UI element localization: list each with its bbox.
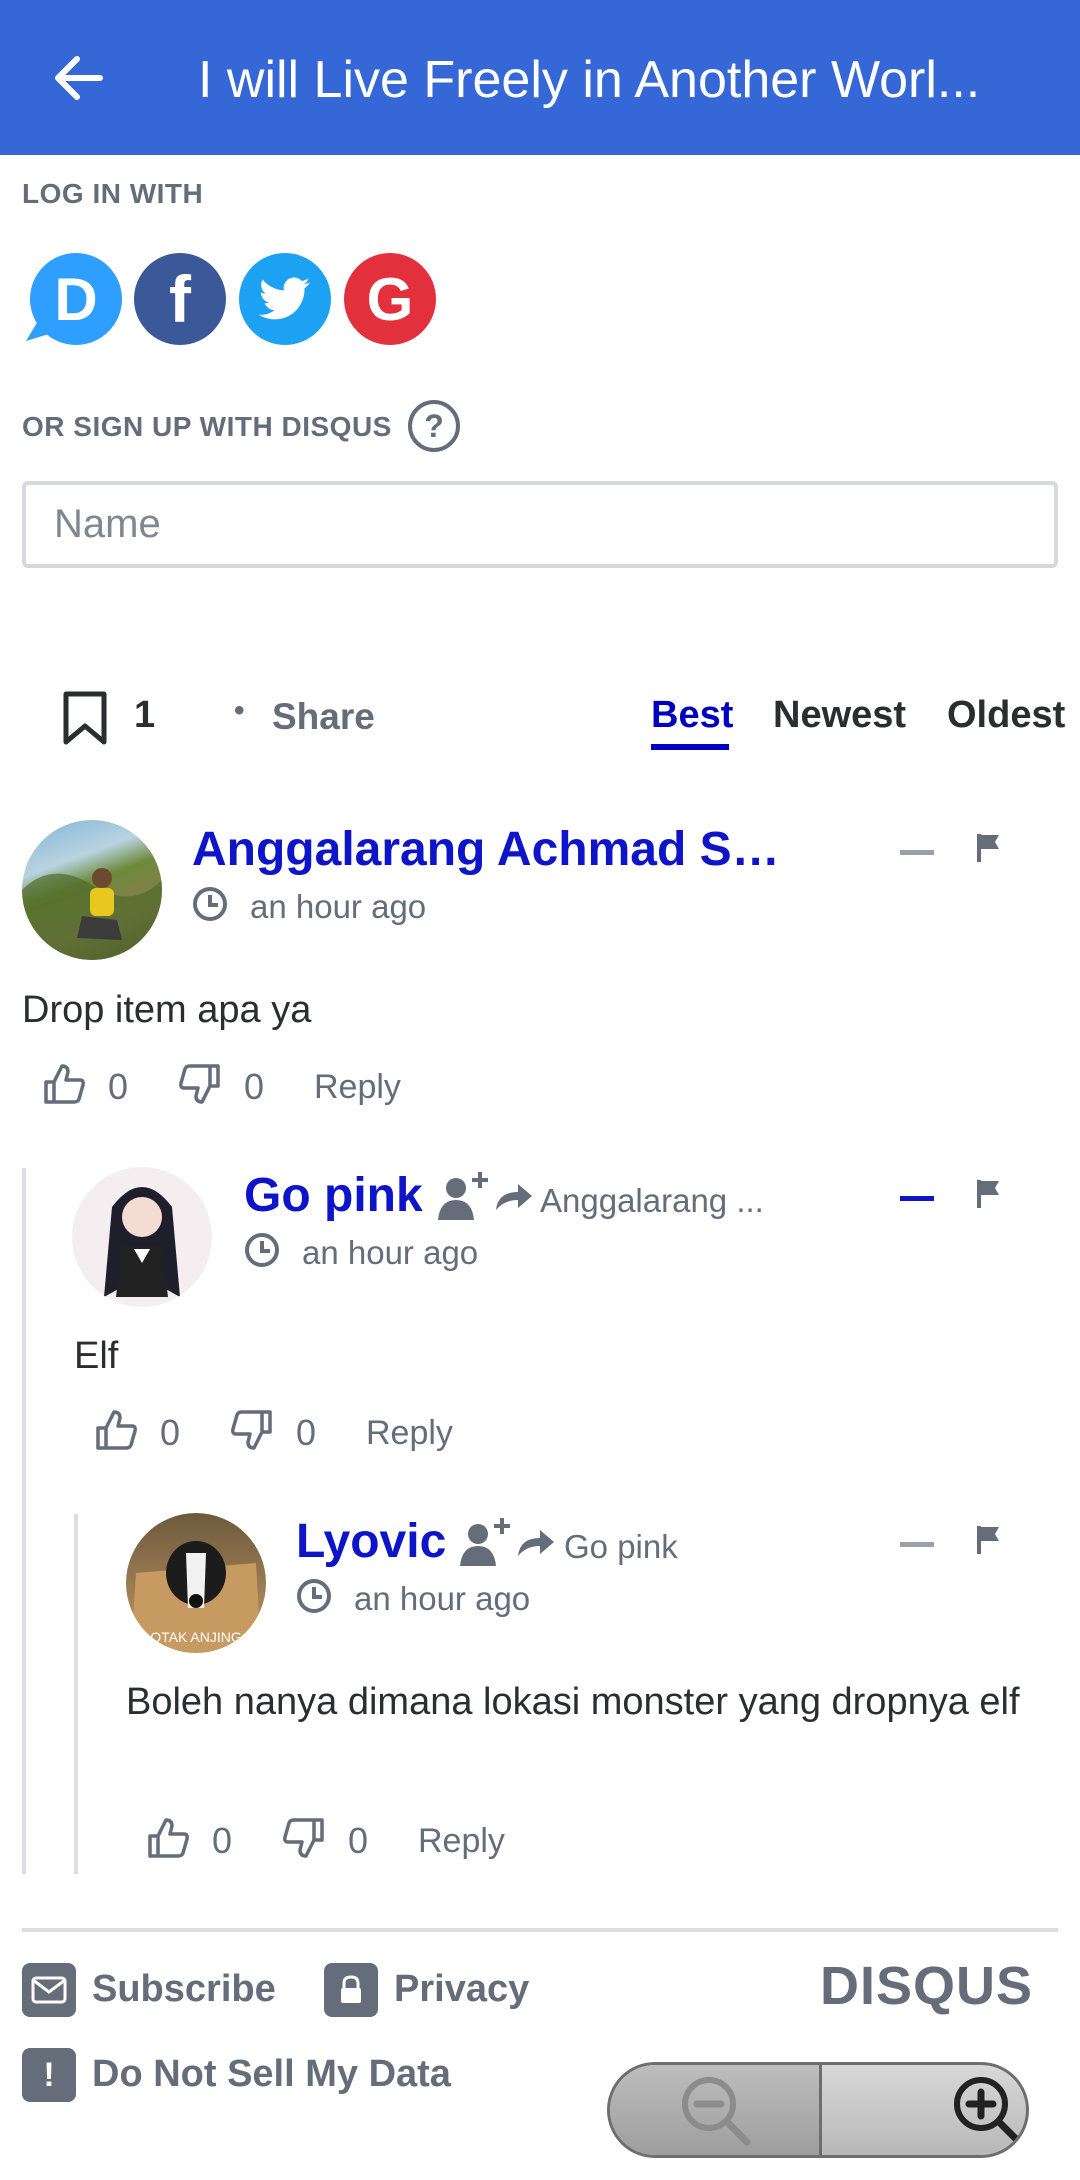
app-bar: I will Live Freely in Another Worl... xyxy=(0,0,1080,155)
name-input[interactable] xyxy=(22,481,1058,568)
comment-text: Drop item apa ya xyxy=(22,989,312,1031)
collapse-icon[interactable] xyxy=(900,850,934,855)
twitter-login-button[interactable] xyxy=(239,253,331,345)
disqus-login-button[interactable]: D xyxy=(26,253,122,345)
active-tab-indicator xyxy=(651,744,729,750)
avatar-photo-icon xyxy=(22,868,162,960)
clock-icon xyxy=(244,1232,280,1273)
collapse-icon[interactable] xyxy=(900,1542,934,1547)
comment-author[interactable]: Anggalarang Achmad Sal... xyxy=(192,822,782,877)
bookmark-count: 1 xyxy=(134,694,156,736)
tab-newest[interactable]: Newest xyxy=(773,694,906,737)
clock-icon xyxy=(192,886,228,927)
zoom-in-icon xyxy=(954,2077,1023,2146)
downvote-count: 0 xyxy=(244,1066,265,1107)
reply-button[interactable]: Reply xyxy=(418,1822,505,1861)
zoom-control xyxy=(607,2062,1029,2158)
zoom-in-button[interactable] xyxy=(822,2065,1026,2155)
zoom-out-icon xyxy=(681,2077,750,2146)
upvote-icon[interactable] xyxy=(94,1408,138,1457)
avatar-anime-icon xyxy=(104,1187,180,1297)
reply-button[interactable]: Reply xyxy=(366,1414,453,1453)
upvote-count: 0 xyxy=(212,1820,233,1861)
disqus-logo[interactable]: DISQUS xyxy=(820,1955,1033,2017)
subscribe-link[interactable]: Subscribe xyxy=(92,1968,276,2011)
avatar[interactable] xyxy=(22,820,162,960)
downvote-icon[interactable] xyxy=(282,1816,326,1865)
reply-arrow-icon xyxy=(494,1180,534,1217)
zoom-out-button[interactable] xyxy=(610,2065,822,2155)
speech-tail-icon xyxy=(26,321,52,341)
disqus-letter: D xyxy=(54,265,98,333)
comment-time[interactable]: an hour ago xyxy=(250,888,426,926)
comment-author[interactable]: Go pink xyxy=(244,1168,423,1223)
page-title: I will Live Freely in Another Worl... xyxy=(198,51,981,109)
thread-line xyxy=(74,1514,78,1874)
avatar[interactable]: OTAK ANJING xyxy=(126,1513,266,1653)
facebook-letter: f xyxy=(169,262,191,336)
help-icon[interactable]: ? xyxy=(408,400,460,452)
tab-best[interactable]: Best xyxy=(651,694,733,737)
back-arrow-icon[interactable] xyxy=(40,40,116,116)
signup-label: OR SIGN UP WITH DISQUS xyxy=(22,411,392,442)
reply-button[interactable]: Reply xyxy=(314,1068,401,1107)
downvote-count: 0 xyxy=(348,1820,369,1861)
upvote-count: 0 xyxy=(108,1066,129,1107)
collapse-icon[interactable] xyxy=(900,1196,934,1201)
google-letter: G xyxy=(366,265,414,333)
thread-line xyxy=(22,1168,26,1874)
comment-author[interactable]: Lyovic xyxy=(296,1514,446,1569)
share-button[interactable]: Share xyxy=(272,696,375,738)
follow-user-icon[interactable] xyxy=(436,1170,492,1227)
avatar-caption: OTAK ANJING xyxy=(150,1629,242,1645)
avatar[interactable] xyxy=(72,1167,212,1307)
reply-to-user[interactable]: Anggalarang ... xyxy=(540,1182,764,1220)
tab-oldest[interactable]: Oldest xyxy=(947,694,1065,737)
comment-time[interactable]: an hour ago xyxy=(302,1234,478,1272)
upvote-count: 0 xyxy=(160,1412,181,1453)
login-label: LOG IN WITH xyxy=(22,178,204,209)
upvote-icon[interactable] xyxy=(146,1816,190,1865)
footer-divider xyxy=(22,1928,1058,1932)
bullet-separator: • xyxy=(234,694,245,727)
downvote-icon[interactable] xyxy=(230,1408,274,1457)
upvote-icon[interactable] xyxy=(42,1062,86,1111)
google-login-button[interactable]: G xyxy=(344,253,436,345)
flag-icon[interactable] xyxy=(975,832,1003,869)
bookmark-icon[interactable] xyxy=(62,690,108,751)
flag-icon[interactable] xyxy=(975,1524,1003,1561)
comment-text: Elf xyxy=(74,1335,119,1377)
reply-arrow-icon xyxy=(516,1526,556,1563)
exclamation-icon[interactable]: ! xyxy=(22,2048,76,2102)
lock-icon[interactable] xyxy=(324,1963,378,2017)
downvote-count: 0 xyxy=(296,1412,317,1453)
reply-to-user[interactable]: Go pink xyxy=(564,1528,678,1566)
follow-user-icon[interactable] xyxy=(458,1516,514,1573)
envelope-icon[interactable] xyxy=(22,1963,76,2017)
facebook-login-button[interactable]: f xyxy=(134,253,226,345)
flag-icon[interactable] xyxy=(975,1178,1003,1215)
downvote-icon[interactable] xyxy=(178,1062,222,1111)
privacy-link[interactable]: Privacy xyxy=(394,1968,529,2011)
do-not-sell-link[interactable]: Do Not Sell My Data xyxy=(92,2053,451,2096)
comment-time[interactable]: an hour ago xyxy=(354,1580,530,1618)
comment-text: Boleh nanya dimana lokasi monster yang d… xyxy=(126,1681,1020,1723)
clock-icon xyxy=(296,1578,332,1619)
twitter-bird-icon xyxy=(259,277,310,320)
